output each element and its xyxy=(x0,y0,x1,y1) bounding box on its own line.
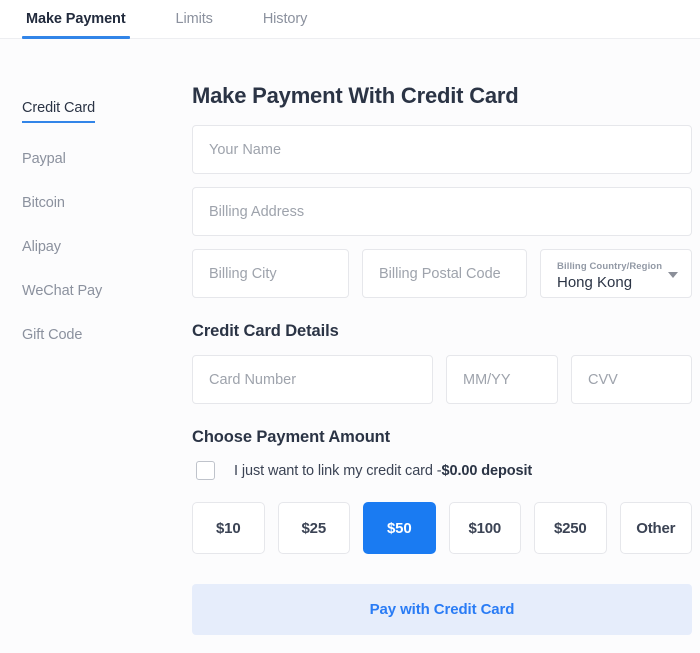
card-expiry-input[interactable]: MM/YY xyxy=(446,355,558,404)
amount-option-250[interactable]: $250 xyxy=(534,502,607,554)
billing-city-input[interactable]: Billing City xyxy=(192,249,349,298)
card-details-row: Card Number MM/YY CVV xyxy=(192,355,692,404)
link-card-checkbox-row[interactable]: I just want to link my credit card -$0.0… xyxy=(196,461,692,480)
billing-country-select[interactable]: Billing Country/Region Hong Kong xyxy=(540,249,692,298)
billing-address-input[interactable]: Billing Address xyxy=(192,187,692,236)
billing-country-value: Hong Kong xyxy=(557,274,633,291)
tab-make-payment[interactable]: Make Payment xyxy=(22,0,130,39)
payment-form: Make Payment With Credit Card Your Name … xyxy=(190,39,700,653)
link-card-deposit-amount: $0.00 deposit xyxy=(441,462,533,479)
billing-postal-code-input[interactable]: Billing Postal Code xyxy=(362,249,527,298)
sidebar-item-paypal[interactable]: Paypal xyxy=(22,151,66,167)
amount-option-25[interactable]: $25 xyxy=(277,502,350,554)
sidebar-item-alipay[interactable]: Alipay xyxy=(22,239,61,255)
sidebar-item-credit-card[interactable]: Credit Card xyxy=(22,100,95,123)
page-title: Make Payment With Credit Card xyxy=(192,83,519,108)
payment-amount-heading: Choose Payment Amount xyxy=(192,428,391,446)
amount-option-50[interactable]: $50 xyxy=(363,502,436,554)
payment-method-sidebar: Credit Card Paypal Bitcoin Alipay WeChat… xyxy=(0,39,190,653)
card-cvv-input[interactable]: CVV xyxy=(571,355,692,404)
amount-options: $10 $25 $50 $100 $250 Other xyxy=(192,502,692,554)
billing-location-row: Billing City Billing Postal Code Billing… xyxy=(192,249,692,298)
sidebar-item-gift-code[interactable]: Gift Code xyxy=(22,327,82,343)
sidebar-item-wechat-pay[interactable]: WeChat Pay xyxy=(22,283,102,299)
name-input[interactable]: Your Name xyxy=(192,125,692,174)
tab-bar: Make Payment Limits History xyxy=(0,0,700,39)
pay-with-credit-card-button[interactable]: Pay with Credit Card xyxy=(192,584,692,635)
link-card-label-text: I just want to link my credit card - xyxy=(234,462,442,479)
link-card-checkbox[interactable] xyxy=(196,461,215,480)
tab-history[interactable]: History xyxy=(261,0,309,39)
tab-limits[interactable]: Limits xyxy=(174,0,215,39)
sidebar-item-bitcoin[interactable]: Bitcoin xyxy=(22,195,65,211)
amount-option-other[interactable]: Other xyxy=(619,502,692,554)
card-details-heading: Credit Card Details xyxy=(192,322,339,340)
amount-option-10[interactable]: $10 xyxy=(192,502,265,554)
billing-country-label: Billing Country/Region xyxy=(557,261,663,272)
amount-option-100[interactable]: $100 xyxy=(448,502,521,554)
page-body: Credit Card Paypal Bitcoin Alipay WeChat… xyxy=(0,39,700,653)
chevron-down-icon xyxy=(668,271,678,278)
card-number-input[interactable]: Card Number xyxy=(192,355,433,404)
link-card-label: I just want to link my credit card -$0.0… xyxy=(234,463,532,479)
